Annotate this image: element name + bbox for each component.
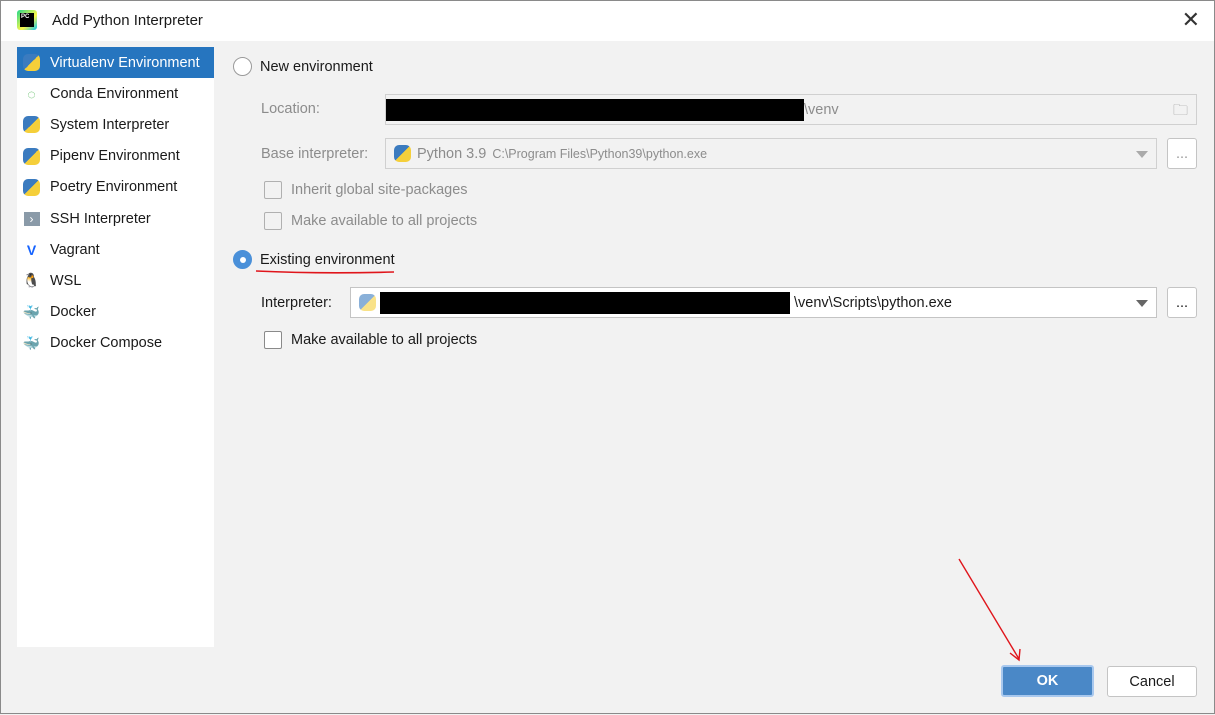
annotation-overlay — [255, 270, 1021, 662]
add-python-interpreter-dialog: PC Add Python Interpreter ✕ Virtualenv E… — [0, 0, 1215, 714]
red-underline — [255, 270, 395, 274]
red-arrow — [958, 558, 1020, 660]
red-arrow-head — [1009, 648, 1021, 662]
